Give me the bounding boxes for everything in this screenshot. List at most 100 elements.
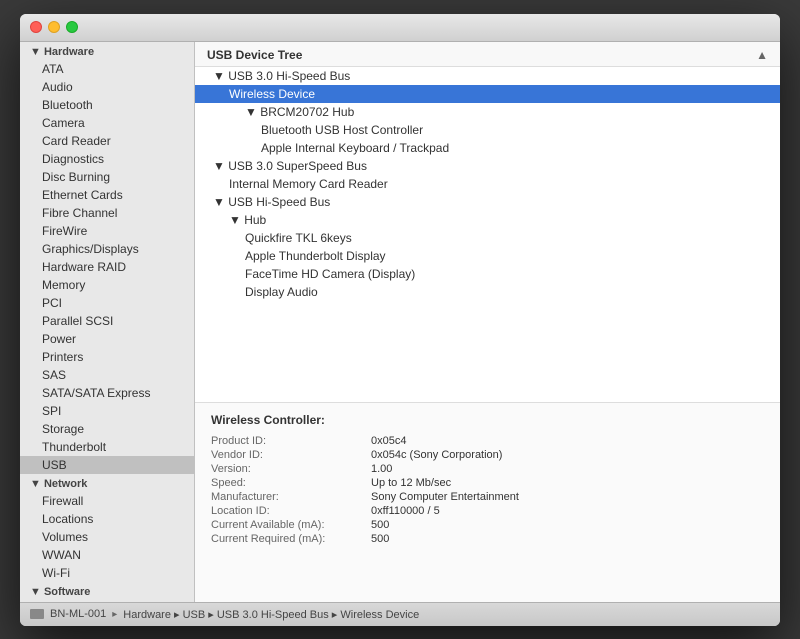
detail-label-1: Vendor ID: xyxy=(211,449,371,461)
detail-value-1: 0x054c (Sony Corporation) xyxy=(371,449,502,461)
sidebar-item-power[interactable]: Power xyxy=(20,330,194,348)
detail-value-0: 0x05c4 xyxy=(371,435,406,447)
tree-node-label-9: Quickfire TKL 6keys xyxy=(245,231,352,245)
sidebar-section-network[interactable]: ▼ Network xyxy=(20,474,194,492)
detail-label-6: Current Available (mA): xyxy=(211,519,371,531)
sidebar-item-disc-burning[interactable]: Disc Burning xyxy=(20,168,194,186)
sidebar-item-parallel-scsi[interactable]: Parallel SCSI xyxy=(20,312,194,330)
tree-node-7[interactable]: ▼ USB Hi-Speed Bus xyxy=(195,193,780,211)
tree-node-3[interactable]: Bluetooth USB Host Controller xyxy=(195,121,780,139)
breadcrumb: Hardware ▸ USB ▸ USB 3.0 Hi-Speed Bus ▸ … xyxy=(123,608,419,621)
tree-node-label-10: Apple Thunderbolt Display xyxy=(245,249,386,263)
tree-node-label-12: Display Audio xyxy=(245,285,318,299)
sidebar-item-ata[interactable]: ATA xyxy=(20,60,194,78)
tree-node-label-2: ▼ BRCM20702 Hub xyxy=(245,105,354,119)
sidebar-item-printers[interactable]: Printers xyxy=(20,348,194,366)
sidebar-item-hardware-raid[interactable]: Hardware RAID xyxy=(20,258,194,276)
tree-header-label: USB Device Tree xyxy=(207,48,302,62)
device-icon xyxy=(30,609,44,619)
tree-node-label-5: ▼ USB 3.0 SuperSpeed Bus xyxy=(213,159,367,173)
tree-area[interactable]: ▼ USB 3.0 Hi-Speed Bus Wireless Device ▼ B… xyxy=(195,67,780,402)
tree-node-5[interactable]: ▼ USB 3.0 SuperSpeed Bus xyxy=(195,157,780,175)
content-area: ▼ HardwareATAAudioBluetoothCameraCard Re… xyxy=(20,42,780,602)
collapse-icon[interactable]: ▲ xyxy=(756,48,768,62)
tree-node-label-6: Internal Memory Card Reader xyxy=(229,177,388,191)
detail-value-2: 1.00 xyxy=(371,463,392,475)
sidebar-item-usb[interactable]: USB xyxy=(20,456,194,474)
sidebar-item-wwan[interactable]: WWAN xyxy=(20,546,194,564)
maximize-button[interactable] xyxy=(66,21,78,33)
main-window: ▼ HardwareATAAudioBluetoothCameraCard Re… xyxy=(20,14,780,626)
tree-node-6[interactable]: Internal Memory Card Reader xyxy=(195,175,780,193)
detail-area: Wireless Controller: Product ID:0x05c4Ve… xyxy=(195,402,780,602)
close-button[interactable] xyxy=(30,21,42,33)
tree-node-4[interactable]: Apple Internal Keyboard / Trackpad xyxy=(195,139,780,157)
sidebar-section-hardware[interactable]: ▼ Hardware xyxy=(20,42,194,60)
sidebar-item-pci[interactable]: PCI xyxy=(20,294,194,312)
detail-title: Wireless Controller: xyxy=(211,413,764,427)
statusbar: BN-ML-001 ▸ Hardware ▸ USB ▸ USB 3.0 Hi-… xyxy=(20,602,780,626)
sidebar-item-thunderbolt[interactable]: Thunderbolt xyxy=(20,438,194,456)
tree-node-label-4: Apple Internal Keyboard / Trackpad xyxy=(261,141,449,155)
detail-value-5: 0xff110000 / 5 xyxy=(371,505,440,517)
sidebar-item-sata-sata-express[interactable]: SATA/SATA Express xyxy=(20,384,194,402)
sidebar-item-volumes[interactable]: Volumes xyxy=(20,528,194,546)
detail-value-3: Up to 12 Mb/sec xyxy=(371,477,451,489)
sidebar: ▼ HardwareATAAudioBluetoothCameraCard Re… xyxy=(20,42,195,602)
sidebar-item-spi[interactable]: SPI xyxy=(20,402,194,420)
sidebar-item-card-reader[interactable]: Card Reader xyxy=(20,132,194,150)
detail-value-7: 500 xyxy=(371,533,389,545)
detail-label-3: Speed: xyxy=(211,477,371,489)
detail-label-7: Current Required (mA): xyxy=(211,533,371,545)
tree-node-12[interactable]: Display Audio xyxy=(195,283,780,301)
sidebar-item-firewire[interactable]: FireWire xyxy=(20,222,194,240)
detail-row-1: Vendor ID:0x054c (Sony Corporation) xyxy=(211,449,764,461)
tree-node-1[interactable]: Wireless Device xyxy=(195,85,780,103)
detail-row-5: Location ID:0xff110000 / 5 xyxy=(211,505,764,517)
detail-value-4: Sony Computer Entertainment xyxy=(371,491,519,503)
tree-node-label-0: ▼ USB 3.0 Hi-Speed Bus xyxy=(213,69,350,83)
detail-row-3: Speed:Up to 12 Mb/sec xyxy=(211,477,764,489)
sidebar-item-locations[interactable]: Locations xyxy=(20,510,194,528)
sidebar-item-memory[interactable]: Memory xyxy=(20,276,194,294)
sidebar-item-storage[interactable]: Storage xyxy=(20,420,194,438)
sidebar-item-camera[interactable]: Camera xyxy=(20,114,194,132)
main-panel: USB Device Tree ▲ ▼ USB 3.0 Hi-Speed Bus… xyxy=(195,42,780,602)
sidebar-section-software[interactable]: ▼ Software xyxy=(20,582,194,600)
detail-label-4: Manufacturer: xyxy=(211,491,371,503)
titlebar xyxy=(20,14,780,42)
tree-node-label-8: ▼ Hub xyxy=(229,213,266,227)
detail-rows: Product ID:0x05c4Vendor ID:0x054c (Sony … xyxy=(211,435,764,545)
detail-value-6: 500 xyxy=(371,519,389,531)
detail-row-7: Current Required (mA):500 xyxy=(211,533,764,545)
statusbar-device: BN-ML-001 xyxy=(50,608,106,620)
sidebar-item-bluetooth[interactable]: Bluetooth xyxy=(20,96,194,114)
tree-node-label-1: Wireless Device xyxy=(229,87,315,101)
detail-label-2: Version: xyxy=(211,463,371,475)
sidebar-item-ethernet-cards[interactable]: Ethernet Cards xyxy=(20,186,194,204)
sidebar-item-accessibility[interactable]: Accessibility xyxy=(20,600,194,602)
detail-row-4: Manufacturer:Sony Computer Entertainment xyxy=(211,491,764,503)
sidebar-item-fibre-channel[interactable]: Fibre Channel xyxy=(20,204,194,222)
sidebar-item-diagnostics[interactable]: Diagnostics xyxy=(20,150,194,168)
tree-node-9[interactable]: Quickfire TKL 6keys xyxy=(195,229,780,247)
traffic-lights xyxy=(30,21,78,33)
detail-row-6: Current Available (mA):500 xyxy=(211,519,764,531)
tree-node-label-7: ▼ USB Hi-Speed Bus xyxy=(213,195,330,209)
detail-label-0: Product ID: xyxy=(211,435,371,447)
detail-row-0: Product ID:0x05c4 xyxy=(211,435,764,447)
sidebar-item-wi-fi[interactable]: Wi-Fi xyxy=(20,564,194,582)
tree-node-0[interactable]: ▼ USB 3.0 Hi-Speed Bus xyxy=(195,67,780,85)
sidebar-item-graphics-displays[interactable]: Graphics/Displays xyxy=(20,240,194,258)
minimize-button[interactable] xyxy=(48,21,60,33)
tree-node-label-11: FaceTime HD Camera (Display) xyxy=(245,267,415,281)
tree-node-11[interactable]: FaceTime HD Camera (Display) xyxy=(195,265,780,283)
tree-node-10[interactable]: Apple Thunderbolt Display xyxy=(195,247,780,265)
tree-node-2[interactable]: ▼ BRCM20702 Hub xyxy=(195,103,780,121)
sidebar-item-sas[interactable]: SAS xyxy=(20,366,194,384)
detail-label-5: Location ID: xyxy=(211,505,371,517)
main-header: USB Device Tree ▲ xyxy=(195,42,780,67)
tree-node-8[interactable]: ▼ Hub xyxy=(195,211,780,229)
sidebar-item-firewall[interactable]: Firewall xyxy=(20,492,194,510)
sidebar-item-audio[interactable]: Audio xyxy=(20,78,194,96)
